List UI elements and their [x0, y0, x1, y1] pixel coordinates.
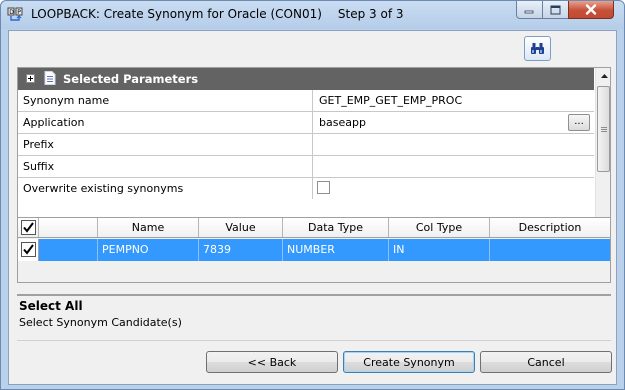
back-button[interactable]: << Back [206, 351, 338, 373]
property-name: Prefix [18, 134, 313, 155]
window-step-text: Step 3 of 3 [337, 7, 404, 21]
column-header-blank [39, 218, 98, 237]
property-name: Overwrite existing synonyms [18, 178, 313, 199]
synonym-name-field[interactable]: GET_EMP_GET_EMP_PROC [314, 90, 594, 111]
app-icon: D P [7, 7, 23, 21]
minimize-icon [524, 10, 534, 13]
column-header-value[interactable]: Value [199, 218, 283, 237]
checkmark-icon [23, 244, 34, 255]
property-row-overwrite[interactable]: Overwrite existing synonyms [18, 178, 594, 200]
suffix-field[interactable] [314, 156, 594, 177]
document-icon [44, 71, 56, 85]
cell-name[interactable]: PEMPNO [98, 239, 199, 261]
cell-data-type[interactable]: NUMBER [283, 239, 389, 261]
overwrite-checkbox[interactable] [317, 181, 330, 194]
svg-text:P: P [17, 9, 21, 16]
scroll-thumb[interactable] [597, 86, 610, 172]
description-text: Select Synonym Candidate(s) [19, 316, 182, 329]
maximize-button[interactable] [542, 1, 569, 19]
expand-icon[interactable] [26, 74, 35, 83]
application-field[interactable]: baseapp ... [314, 112, 594, 133]
checkmark-icon [23, 222, 34, 233]
overwrite-field [314, 178, 594, 199]
window-title: LOOPBACK: Create Synonym for Oracle (CON… [31, 7, 404, 21]
create-synonym-button[interactable]: Create Synonym [343, 351, 475, 373]
scroll-up-button[interactable] [596, 68, 610, 84]
cell-col-type[interactable]: IN [389, 239, 490, 261]
row-checkbox-cell[interactable] [18, 239, 39, 261]
svg-text:D: D [9, 9, 14, 16]
find-button[interactable] [524, 36, 551, 61]
grid-header: Name Value Data Type Col Type Descriptio… [18, 218, 610, 238]
property-grid-scrollbar[interactable] [595, 68, 610, 232]
column-header-name[interactable]: Name [98, 218, 199, 237]
property-row-prefix[interactable]: Prefix [18, 134, 594, 156]
application-value: baseapp [319, 116, 366, 129]
dialog-window: D P LOOPBACK: Create Synonym for Oracle … [0, 0, 625, 390]
select-all-checkbox[interactable] [21, 220, 36, 235]
column-header-data-type[interactable]: Data Type [283, 218, 389, 237]
browse-application-button[interactable]: ... [568, 114, 590, 131]
maximize-icon [550, 5, 561, 14]
property-name: Synonym name [18, 90, 313, 111]
column-header-description[interactable]: Description [490, 218, 610, 237]
property-grid: Selected Parameters Synonym name GET_EMP… [17, 67, 611, 233]
column-header-col-type[interactable]: Col Type [389, 218, 490, 237]
cell-value[interactable]: 7839 [199, 239, 283, 261]
cancel-button[interactable]: Cancel [480, 351, 612, 373]
property-category-header[interactable]: Selected Parameters [18, 68, 594, 90]
property-row-suffix[interactable]: Suffix [18, 156, 594, 178]
window-title-text: LOOPBACK: Create Synonym for Oracle (CON… [31, 7, 322, 21]
binoculars-icon [531, 43, 544, 54]
property-name: Suffix [18, 156, 313, 177]
property-name: Application [18, 112, 313, 133]
property-row-application[interactable]: Application baseapp ... [18, 112, 594, 134]
table-row[interactable]: PEMPNO 7839 NUMBER IN [18, 239, 610, 261]
dialog-client-area: Selected Parameters Synonym name GET_EMP… [8, 30, 617, 385]
close-button[interactable] [568, 1, 614, 19]
cell-description[interactable] [490, 239, 610, 261]
row-checkbox[interactable] [21, 242, 36, 257]
minimize-button[interactable] [516, 1, 543, 19]
property-row-synonym-name[interactable]: Synonym name GET_EMP_GET_EMP_PROC [18, 90, 594, 112]
row-blank-cell [39, 239, 98, 261]
description-title: Select All [19, 299, 83, 313]
prefix-field[interactable] [314, 134, 594, 155]
close-icon [585, 4, 597, 15]
scroll-up-icon [600, 74, 608, 78]
parameter-columns-grid: Name Value Data Type Col Type Descriptio… [17, 217, 611, 283]
title-bar[interactable]: D P LOOPBACK: Create Synonym for Oracle … [1, 1, 624, 29]
description-pane: Select All Select Synonym Candidate(s) [17, 294, 611, 341]
property-category-label: Selected Parameters [63, 72, 199, 86]
select-all-header[interactable] [18, 218, 39, 237]
